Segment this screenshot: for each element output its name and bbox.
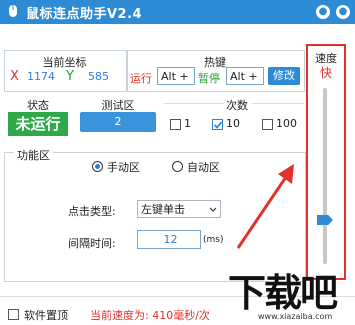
pause-label: 暂停 [198,72,220,85]
pin-top-label: 软件置顶 [24,309,68,322]
times-1-label: 1 [184,117,191,130]
current-speed-text: 当前速度为: 410毫秒/次 [90,309,210,322]
run-hotkey-input[interactable]: Alt + [157,67,195,85]
watermark-logo: 下载吧 [228,271,338,315]
manual-mode-radio[interactable] [92,161,103,172]
watermark-url: www.xiazaiba.com [258,312,333,321]
title-bar[interactable]: 鼠标连点助手V2.4 ● ● [0,0,355,24]
check-icon [213,121,223,129]
window-title: 鼠标连点助手V2.4 [26,7,143,22]
times-header: 次数 [226,99,248,112]
speed-value-label: 快 [319,66,332,80]
auto-mode-label: 自动区 [187,161,220,174]
test-area-button[interactable]: 2 [80,112,156,132]
auto-mode-radio[interactable] [172,161,183,172]
red-arrow-annotation [236,164,294,249]
modify-hotkey-button[interactable]: 修改 [268,67,300,85]
x-value: 1174 [27,70,55,83]
coords-header: 当前坐标 [42,56,87,69]
pin-top-checkbox[interactable] [8,309,19,320]
speed-slider-track[interactable] [323,88,327,264]
times-100-checkbox[interactable] [262,119,273,130]
chevron-down-icon [209,207,217,212]
status-header: 状态 [27,99,49,112]
x-label: X [10,69,19,84]
click-type-value: 左键单击 [141,203,185,216]
y-value: 585 [88,70,109,83]
interval-unit: (ms) [203,235,224,245]
times-10-checkbox[interactable] [212,119,223,130]
manual-mode-label: 手动区 [107,161,140,174]
pause-hotkey-input[interactable]: Alt + [226,67,264,85]
interval-label: 间隔时间: [68,237,116,250]
times-10-label: 10 [226,117,240,130]
minimize-button[interactable]: ● [316,5,330,19]
close-button[interactable]: ● [336,5,350,19]
test-area-header: 测试区 [101,99,135,112]
interval-input[interactable]: 12 [137,230,201,249]
times-separator-right [252,103,304,104]
times-100-label: 100 [276,117,297,130]
y-label: Y [66,69,74,84]
click-type-label: 点击类型: [68,205,116,218]
click-type-select[interactable]: 左键单击 [137,200,221,218]
function-header: 功能区 [14,147,53,163]
status-badge: 未运行 [8,112,68,136]
times-1-checkbox[interactable] [170,119,181,130]
mouse-app-icon [9,5,17,17]
run-label: 运行 [130,72,152,85]
times-separator-left [164,103,224,104]
